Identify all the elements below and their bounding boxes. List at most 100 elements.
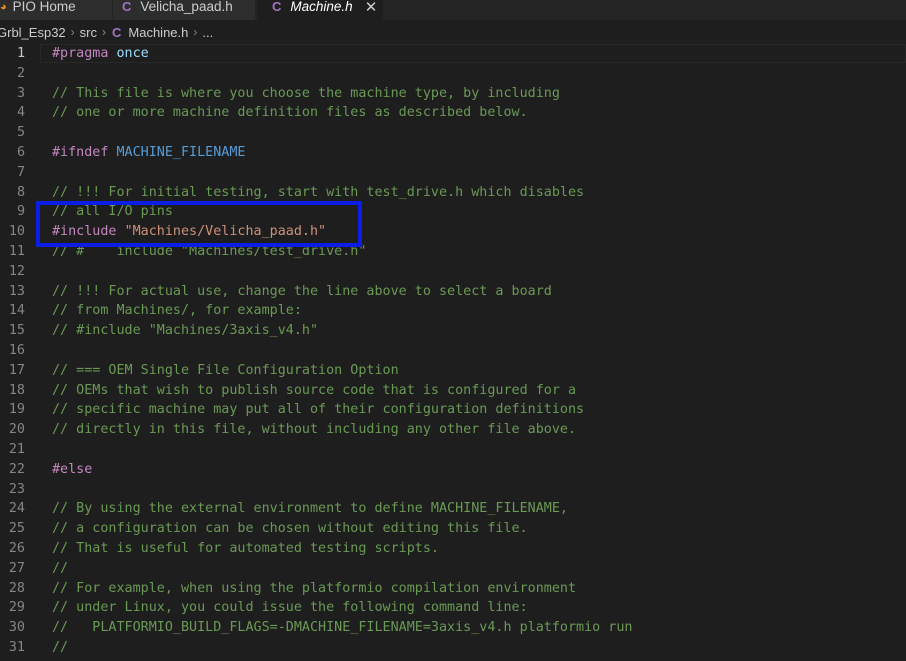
editor-tab-bar: ◕ PIO Home C Velicha_paad.h C Machine.h …: [0, 0, 906, 20]
code-token: #pragma: [52, 46, 109, 61]
code-line[interactable]: 25 // a configuration can be chosen witho…: [0, 519, 906, 539]
code-line[interactable]: 13 // !!! For actual use, change the line…: [0, 282, 906, 302]
breadcrumb-file-machine-h[interactable]: Machine.h: [128, 25, 188, 40]
line-number: 13: [8, 283, 25, 299]
line-number: 2: [16, 65, 25, 81]
platformio-icon: ◕: [0, 0, 7, 13]
code-text: // specific machine may put all of their…: [52, 400, 584, 420]
code-line[interactable]: 26 // That is useful for automated testin…: [0, 539, 906, 559]
code-token: // specific machine may put all of their…: [52, 402, 585, 418]
code-line[interactable]: 30 // PLATFORMIO_BUILD_FLAGS=-DMACHINE_FI…: [0, 618, 906, 638]
code-text: //: [52, 559, 68, 579]
line-number: 1: [16, 46, 25, 61]
code-token: // !!! For actual use, change the line a…: [52, 283, 552, 299]
breadcrumb-folder-grbl-esp32[interactable]: Grbl_Esp32: [0, 25, 66, 40]
code-line[interactable]: 20 // directly in this file, without incl…: [0, 420, 906, 440]
code-token: // By using the external environment to …: [52, 501, 568, 517]
breadcrumb-symbols[interactable]: ...: [202, 25, 213, 40]
code-line[interactable]: 4 // one or more machine definition files…: [0, 103, 906, 123]
line-number: 17: [8, 362, 25, 378]
code-line[interactable]: 12: [0, 262, 906, 282]
code-line[interactable]: 14 // from Machines/, for example:: [0, 301, 906, 321]
c-file-icon: C: [272, 0, 282, 14]
line-number: 14: [8, 303, 25, 319]
line-number: 16: [8, 343, 25, 358]
code-token: // a configuration can be chosen without…: [52, 521, 528, 537]
code-token: // This file is where you choose the mac…: [52, 85, 560, 101]
code-token: #ifndef: [52, 145, 109, 160]
code-line[interactable]: 1 #pragma once: [0, 44, 906, 64]
code-line[interactable]: 24 // By using the external environment t…: [0, 499, 906, 519]
tab-machine-h[interactable]: C Machine.h ✕: [257, 0, 384, 20]
code-token: // #include "Machines/3axis_v4.h": [52, 323, 319, 339]
code-line[interactable]: 21: [0, 440, 906, 460]
c-file-icon: C: [122, 0, 132, 14]
tab-label: PIO Home: [12, 0, 76, 14]
code-text: #pragma once: [52, 44, 149, 64]
code-line[interactable]: 16: [0, 341, 906, 361]
code-line[interactable]: 15 // #include "Machines/3axis_v4.h": [0, 321, 906, 341]
chevron-right-icon: ›: [193, 25, 198, 39]
breadcrumb-folder-src[interactable]: src: [80, 25, 97, 40]
code-line[interactable]: 19 // specific machine may put all of the…: [0, 400, 906, 420]
line-number: 28: [8, 580, 25, 596]
code-line[interactable]: 31 //: [0, 638, 906, 658]
line-number: 18: [8, 382, 25, 398]
line-number: 21: [8, 442, 25, 457]
code-text: // from Machines/, for example:: [52, 301, 302, 321]
code-line[interactable]: 5: [0, 123, 906, 143]
code-line[interactable]: 28 // For example, when using the platfor…: [0, 579, 906, 599]
line-number: 25: [8, 521, 25, 537]
close-icon[interactable]: ✕: [365, 0, 378, 16]
code-token: // from Machines/, for example:: [52, 303, 302, 319]
code-text: // For example, when using the platformi…: [52, 579, 576, 599]
code-line[interactable]: 3 // This file is where you choose the ma…: [0, 84, 906, 104]
line-number: 29: [8, 600, 25, 616]
code-text: // !!! For actual use, change the line a…: [52, 282, 552, 302]
line-number: 12: [8, 263, 25, 279]
code-line[interactable]: 18 // OEMs that wish to publish source co…: [0, 381, 906, 401]
code-line[interactable]: 23: [0, 480, 906, 500]
tab-label: Velicha_paad.h: [140, 0, 233, 14]
chevron-right-icon: ›: [102, 25, 106, 39]
line-number: 7: [16, 164, 25, 180]
tab-velicha-paad[interactable]: C Velicha_paad.h: [113, 0, 256, 20]
code-token: // OEMs that wish to publish source code…: [52, 382, 577, 398]
code-token: // directly in this file, without includ…: [52, 422, 577, 438]
line-number: 5: [16, 125, 25, 141]
line-number: 9: [16, 204, 25, 220]
code-token: // That is useful for automated testing …: [52, 541, 439, 556]
code-line[interactable]: 17 // === OEM Single File Configuration O…: [0, 361, 906, 381]
code-token: // PLATFORMIO_BUILD_FLAGS=-DMACHINE_FILE…: [52, 620, 633, 636]
tab-pio-home[interactable]: ◕ PIO Home: [0, 0, 113, 20]
annotation-highlight-box: [36, 201, 362, 247]
code-text: #ifndef MACHINE_FILENAME: [52, 143, 246, 163]
code-text: // #include "Machines/3axis_v4.h": [52, 321, 318, 341]
code-text: // By using the external environment to …: [52, 499, 568, 519]
code-line[interactable]: 29 // under Linux, you could issue the fo…: [0, 598, 906, 618]
code-token: //: [52, 640, 69, 655]
line-number: 15: [8, 323, 25, 339]
line-number: 8: [16, 184, 25, 200]
code-line[interactable]: 7: [0, 163, 906, 183]
code-text: // === OEM Single File Configuration Opt…: [52, 361, 399, 381]
line-number: 20: [8, 422, 25, 438]
code-text: // a configuration can be chosen without…: [52, 519, 528, 539]
code-line[interactable]: 8 // !!! For initial testing, start with …: [0, 183, 906, 203]
code-token: // !!! For initial testing, start with t…: [52, 184, 585, 200]
code-text: // This file is where you choose the mac…: [52, 84, 560, 104]
line-number: 10: [8, 224, 25, 240]
code-editor[interactable]: 1 #pragma once 2 3// This file is where you…: [0, 44, 906, 661]
code-line[interactable]: 2: [0, 64, 906, 84]
code-text: // That is useful for automated testing …: [52, 539, 439, 559]
code-token: // === OEM Single File Configuration Opt…: [52, 362, 399, 378]
code-line[interactable]: 6 #ifndef MACHINE_FILENAME: [0, 143, 906, 163]
line-number: 11: [8, 244, 25, 259]
code-token: once: [116, 46, 149, 61]
code-line[interactable]: 27 //: [0, 559, 906, 579]
code-text: // PLATFORMIO_BUILD_FLAGS=-DMACHINE_FILE…: [52, 618, 632, 638]
code-line[interactable]: 22 #else: [0, 460, 906, 480]
chevron-right-icon: ›: [70, 25, 75, 39]
